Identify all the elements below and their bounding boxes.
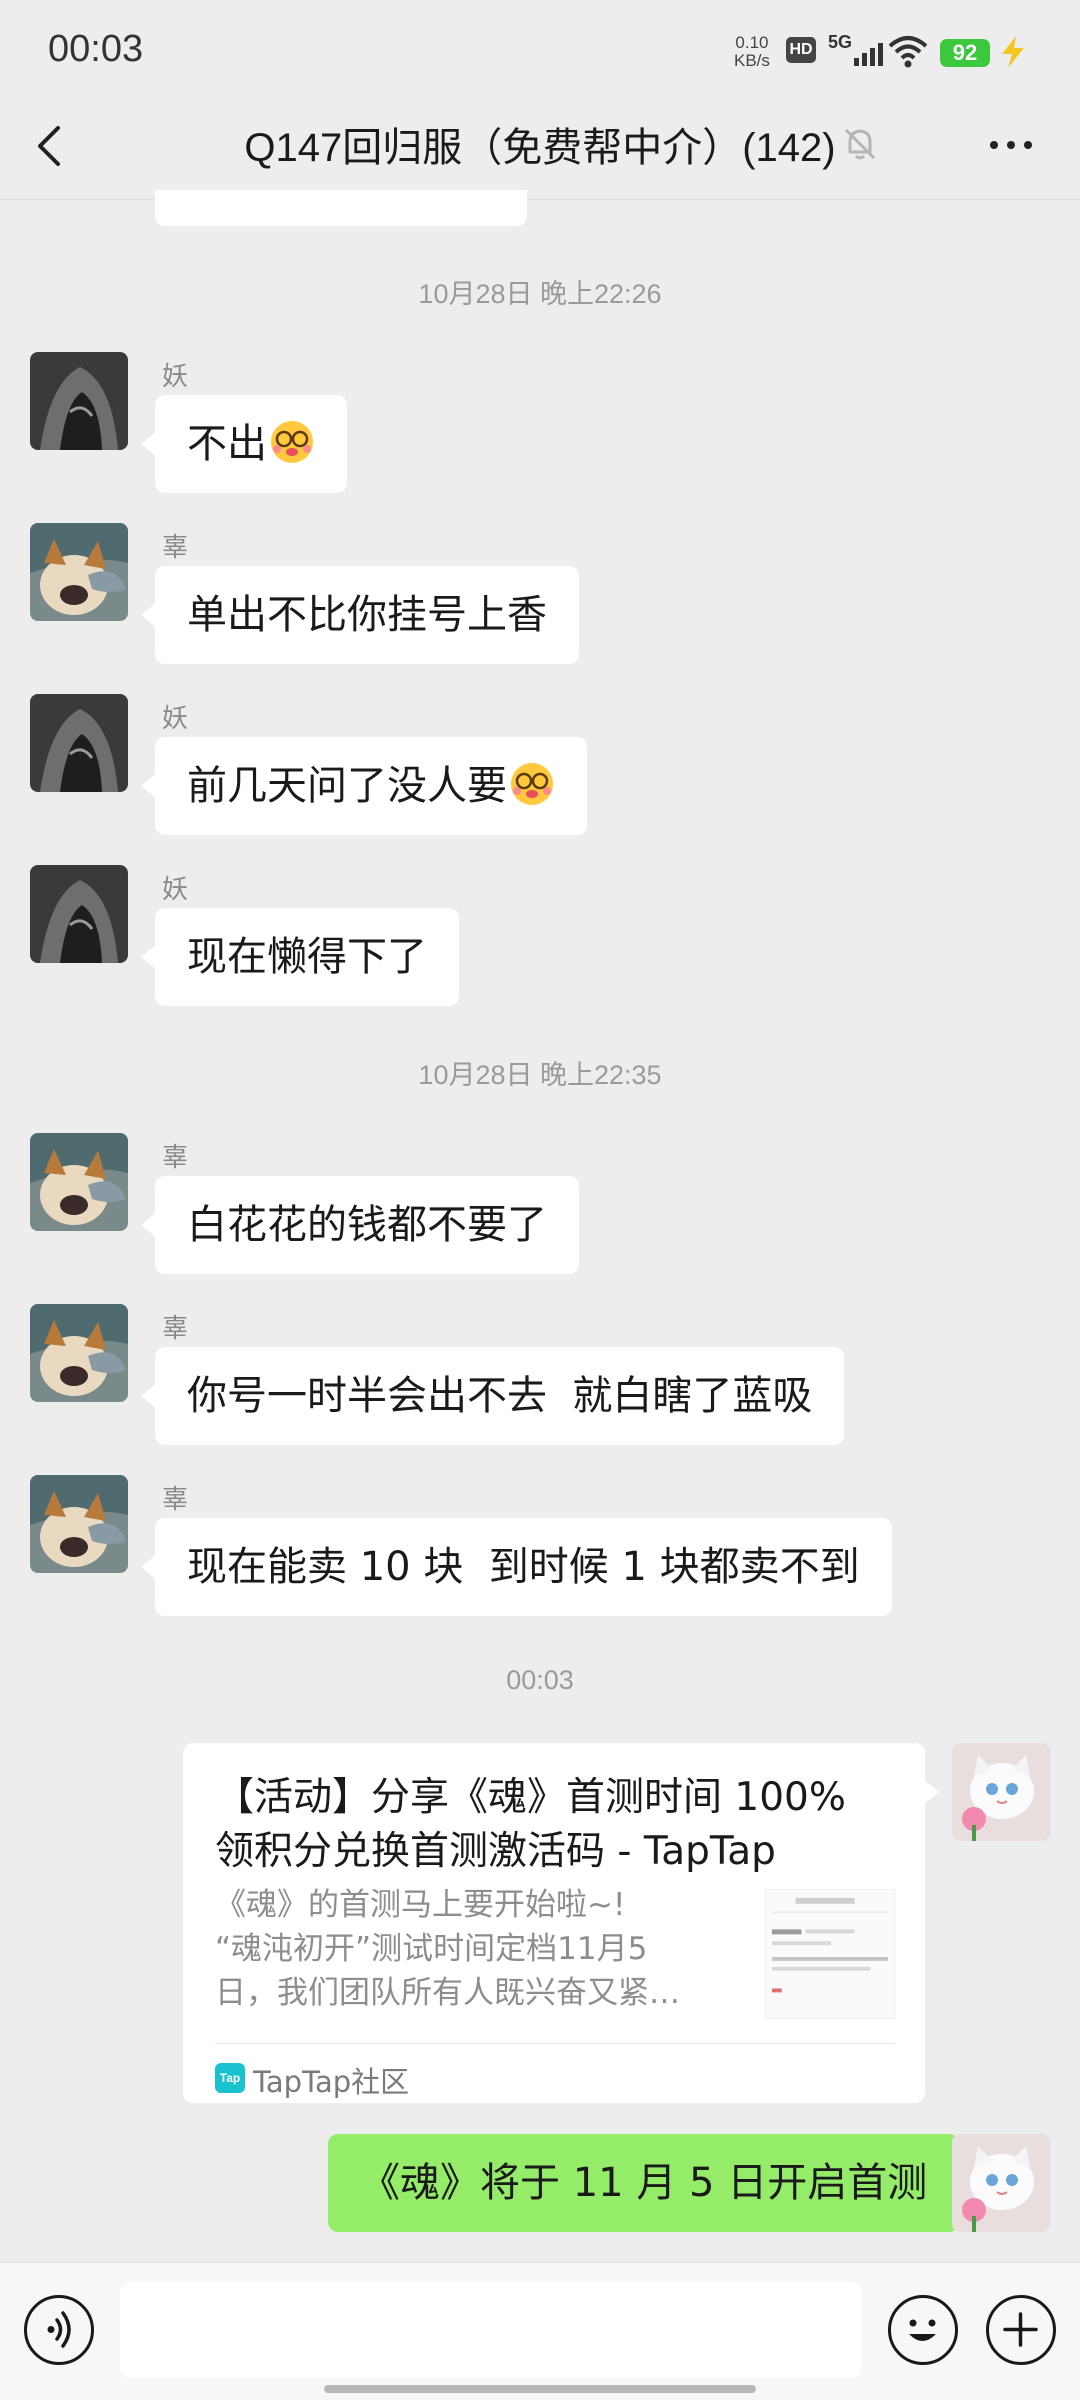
emoji-icon: [511, 763, 553, 805]
avatar[interactable]: [30, 865, 128, 963]
smiley-icon: [909, 2319, 936, 2341]
charging-bolt-icon: [1002, 36, 1024, 68]
message-text: 《魂》将于 11 月 5 日开启首测: [360, 2160, 928, 2206]
sender-name: 辜: [162, 1485, 189, 1515]
link-card-description: 《魂》的首测马上要开始啦~! “魂沌初开”测试时间定档11月5 日，我们团队所有…: [215, 1887, 680, 2011]
sender-name: 妖: [162, 362, 189, 392]
chat-title: Q147回归服（免费帮中介）(142): [244, 126, 836, 170]
message-text: 现在能卖 10 块 到时候 1 块都卖不到: [187, 1544, 860, 1590]
message-bubble[interactable]: 现在能卖 10 块 到时候 1 块都卖不到: [141, 1518, 892, 1616]
message-text: 不出: [187, 421, 267, 467]
more-dots-icon[interactable]: [986, 128, 1036, 162]
link-card-source: TapTap社区: [253, 2065, 410, 2099]
message-text: 现在懒得下了: [187, 934, 427, 980]
link-card-title: 【活动】分享《魂》首测时间 100% 领积分兑换首测激活码 - TapTap: [215, 1775, 846, 1874]
avatar[interactable]: [30, 1133, 128, 1231]
status-time: 00:03: [48, 28, 144, 70]
message-text: 前几天问了没人要: [187, 763, 507, 809]
message-bubble[interactable]: 《魂》将于 11 月 5 日开启首测: [328, 2134, 974, 2232]
hd-icon: HD: [786, 37, 816, 63]
home-indicator: [324, 2385, 756, 2393]
link-thumbnail: [765, 1889, 895, 2019]
timestamp: 10月28日 晚上22:35: [418, 1060, 662, 1090]
sender-name: 辜: [162, 533, 189, 563]
message-input[interactable]: [120, 2282, 862, 2378]
avatar[interactable]: [30, 1304, 128, 1402]
timestamp: 10月28日 晚上22:26: [418, 279, 662, 309]
message-bubble[interactable]: 不出: [141, 395, 347, 493]
previous-message-bubble[interactable]: [155, 190, 527, 226]
net-speed-value: 0.10: [735, 33, 769, 52]
taptap-logo-icon: Tap: [215, 2063, 245, 2093]
sender-name: 辜: [162, 1143, 189, 1173]
sender-name: 辜: [162, 1314, 189, 1344]
battery-indicator: 92: [940, 39, 990, 67]
message-text: 你号一时半会出不去 就白瞎了蓝吸: [187, 1373, 813, 1419]
message-text: 白花花的钱都不要了: [187, 1202, 547, 1248]
message-bubble[interactable]: 你号一时半会出不去 就白瞎了蓝吸: [140, 1347, 845, 1445]
avatar[interactable]: [952, 2134, 1050, 2232]
emoji-icon: [271, 421, 313, 463]
signal-icon: [854, 43, 883, 66]
net-speed-unit: KB/s: [734, 51, 770, 70]
message-bubble[interactable]: 白花花的钱都不要了: [141, 1176, 579, 1274]
message-bubble[interactable]: 现在懒得下了: [141, 908, 459, 1006]
network-type-label: 5G: [828, 32, 853, 52]
emoji-button[interactable]: [888, 2295, 958, 2365]
avatar[interactable]: [30, 352, 128, 450]
divider: [215, 2043, 895, 2044]
timestamp: 00:03: [506, 1665, 574, 1695]
avatar[interactable]: [30, 1475, 128, 1573]
wifi-icon: [888, 36, 928, 68]
more-functions-button[interactable]: [986, 2295, 1056, 2365]
voice-icon: [47, 2311, 71, 2348]
plus-icon: [1003, 2312, 1038, 2347]
shared-link-card[interactable]: 【活动】分享《魂》首测时间 100% 领积分兑换首测激活码 - TapTap 《…: [183, 1743, 939, 2103]
message-bubble[interactable]: 单出不比你挂号上香: [141, 566, 579, 664]
bell-off-icon: [844, 128, 876, 160]
voice-input-button[interactable]: [24, 2295, 94, 2365]
net-speed: 0.10 KB/s: [734, 34, 770, 70]
avatar[interactable]: [30, 523, 128, 621]
message-bubble[interactable]: 前几天问了没人要: [141, 737, 587, 835]
avatar[interactable]: [952, 1743, 1050, 1841]
message-text: 单出不比你挂号上香: [187, 592, 547, 638]
sender-name: 妖: [162, 704, 189, 734]
avatar[interactable]: [30, 694, 128, 792]
sender-name: 妖: [162, 875, 189, 905]
